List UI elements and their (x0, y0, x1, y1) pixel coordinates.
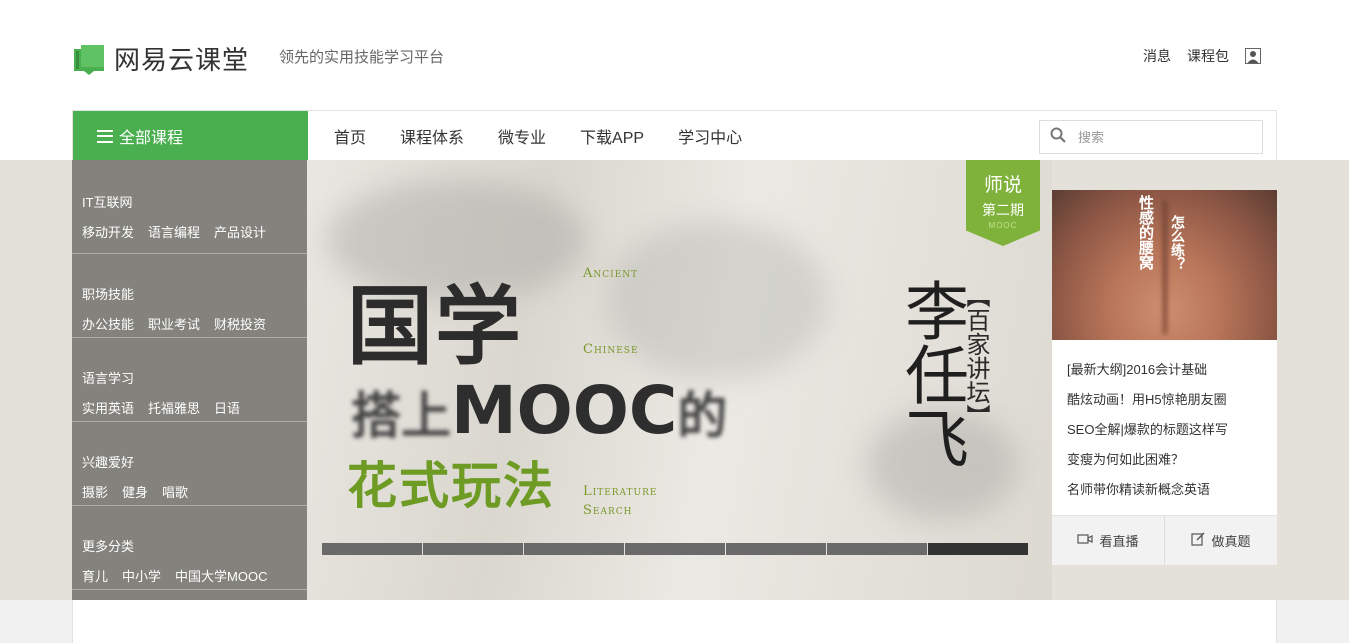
banner-author: 李任飞 (894, 278, 968, 470)
slide-dot-active[interactable] (928, 543, 1028, 555)
slide-dot[interactable] (423, 543, 523, 555)
promo-actions: 看直播 做真题 (1052, 515, 1277, 565)
search-icon[interactable] (1050, 127, 1066, 148)
messages-link[interactable]: 消息 (1143, 46, 1171, 66)
promo-image-text-2: 怎么练？ (1170, 215, 1186, 271)
course-package-link[interactable]: 课程包 (1187, 46, 1229, 66)
banner-line2-a: 搭上 (351, 387, 451, 445)
nav-item-course-system[interactable]: 课程体系 (400, 124, 464, 148)
category-workplace[interactable]: 职场技能 办公技能 职业考试 财税投资 (72, 254, 307, 338)
category-sub-link[interactable]: 育儿 (82, 566, 108, 585)
top-links: 消息 课程包 (1127, 46, 1261, 66)
promo-image-text-1: 性感的腰窝 (1137, 195, 1154, 270)
category-sub-link[interactable]: 日语 (214, 398, 240, 417)
site-slogan: 领先的实用技能学习平台 (279, 49, 445, 66)
category-sub-link[interactable]: 中国大学MOOC (175, 566, 267, 585)
ink-wash (607, 220, 827, 380)
image-shading (1162, 200, 1168, 335)
nav-item-micro-major[interactable]: 微专业 (498, 124, 546, 148)
menu-icon (97, 129, 113, 143)
category-sub-link[interactable]: 职业考试 (148, 314, 200, 333)
search-box (1039, 120, 1263, 154)
banner-program: 【百家讲坛】 (962, 284, 990, 428)
category-more[interactable]: 更多分类 育儿 中小学 中国大学MOOC (72, 506, 307, 590)
category-hobby[interactable]: 兴趣爱好 摄影 健身 唱歌 (72, 422, 307, 506)
promo-link[interactable]: 名师带你精读新概念英语 (1067, 480, 1228, 510)
promo-link[interactable]: SEO全解|爆款的标题这样写 (1067, 420, 1228, 450)
category-sub-link[interactable]: 财税投资 (214, 314, 266, 333)
category-sub-link[interactable]: 唱歌 (162, 482, 188, 501)
promo-link[interactable]: [最新大纲]2016会计基础 (1067, 360, 1228, 390)
banner-en-word: Search (583, 503, 633, 518)
promo-panel: 性感的腰窝 怎么练？ [最新大纲]2016会计基础 酷炫动画！用H5惊艳朋友圈 … (1052, 190, 1277, 565)
practice-exam-label: 做真题 (1211, 534, 1251, 549)
ribbon-title: 师说 (983, 175, 1022, 196)
category-sub-link[interactable]: 移动开发 (82, 222, 134, 241)
user-avatar-icon[interactable] (1245, 48, 1261, 64)
category-sub-link[interactable]: 托福雅思 (148, 398, 200, 417)
main-banner[interactable]: 师说 第二期 MOOC 国学 搭上MOOC的 花式玩法 Ancient Chin… (307, 160, 1052, 600)
logo-text: 网易云课堂 (114, 46, 250, 76)
banner-line2: 搭上MOOC的 (351, 372, 727, 449)
category-sub-link[interactable]: 摄影 (82, 482, 108, 501)
banner-line2-c: 的 (677, 387, 728, 445)
category-language[interactable]: 语言学习 实用英语 托福雅思 日语 (72, 338, 307, 422)
category-it[interactable]: IT互联网 移动开发 语言编程 产品设计 (72, 160, 307, 254)
category-title[interactable]: 更多分类 (82, 536, 297, 555)
category-sub-link[interactable]: 产品设计 (214, 222, 266, 241)
ribbon-badge: 师说 第二期 MOOC (966, 160, 1040, 246)
slide-dot[interactable] (827, 543, 927, 555)
category-sidebar: IT互联网 移动开发 语言编程 产品设计 职场技能 办公技能 职业考试 财税投资… (72, 160, 307, 600)
category-title[interactable]: 兴趣爱好 (82, 452, 297, 471)
banner-en-word: Chinese (583, 342, 639, 357)
main-nav: 全部课程 首页 课程体系 微专业 下载APP 学习中心 (72, 110, 1277, 161)
slide-dot[interactable] (726, 543, 826, 555)
category-sub-link[interactable]: 实用英语 (82, 398, 134, 417)
watch-live-button[interactable]: 看直播 (1052, 516, 1165, 565)
category-sub-link[interactable]: 语言编程 (148, 222, 200, 241)
content-card-top (72, 600, 1277, 643)
slide-dot[interactable] (322, 543, 422, 555)
slide-indicators (322, 543, 1028, 555)
practice-exam-button[interactable]: 做真题 (1165, 516, 1277, 565)
category-sub-link[interactable]: 中小学 (122, 566, 161, 585)
promo-image[interactable]: 性感的腰窝 怎么练？ (1052, 190, 1277, 340)
category-sub-link[interactable]: 办公技能 (82, 314, 134, 333)
all-courses-button[interactable]: 全部课程 (73, 111, 308, 161)
video-camera-icon (1077, 533, 1094, 548)
nav-item-home[interactable]: 首页 (334, 124, 366, 148)
banner-headline: 国学 (347, 276, 523, 377)
all-courses-label: 全部课程 (119, 130, 184, 147)
top-header: 网易云课堂 领先的实用技能学习平台 消息 课程包 (0, 0, 1349, 110)
search-input[interactable] (1078, 129, 1238, 145)
category-title[interactable]: 职场技能 (82, 284, 297, 303)
slide-dot[interactable] (625, 543, 725, 555)
banner-en-word: Literature (583, 484, 658, 499)
promo-link-list: [最新大纲]2016会计基础 酷炫动画！用H5惊艳朋友圈 SEO全解|爆款的标题… (1067, 360, 1228, 510)
promo-link[interactable]: 变瘦为何如此困难？ (1067, 450, 1228, 480)
nav-item-learning-center[interactable]: 学习中心 (678, 124, 742, 148)
promo-link[interactable]: 酷炫动画！用H5惊艳朋友圈 (1067, 390, 1228, 420)
watch-live-label: 看直播 (1099, 534, 1139, 549)
ribbon-tag: MOOC (988, 221, 1018, 230)
banner-line3: 花式玩法 (347, 457, 555, 515)
edit-icon (1191, 532, 1205, 549)
ribbon-subtitle: 第二期 (982, 202, 1024, 218)
book-logo-icon (72, 43, 106, 75)
site-logo[interactable]: 网易云课堂 (72, 40, 249, 77)
category-title[interactable]: IT互联网 (82, 192, 297, 211)
banner-line2-b: MOOC (451, 372, 678, 449)
slide-dot[interactable] (524, 543, 624, 555)
category-title[interactable]: 语言学习 (82, 368, 297, 387)
nav-items: 首页 课程体系 微专业 下载APP 学习中心 (334, 111, 776, 161)
banner-en-word: Ancient (583, 266, 639, 281)
category-sub-link[interactable]: 健身 (122, 482, 148, 501)
nav-item-download-app[interactable]: 下载APP (580, 124, 644, 148)
